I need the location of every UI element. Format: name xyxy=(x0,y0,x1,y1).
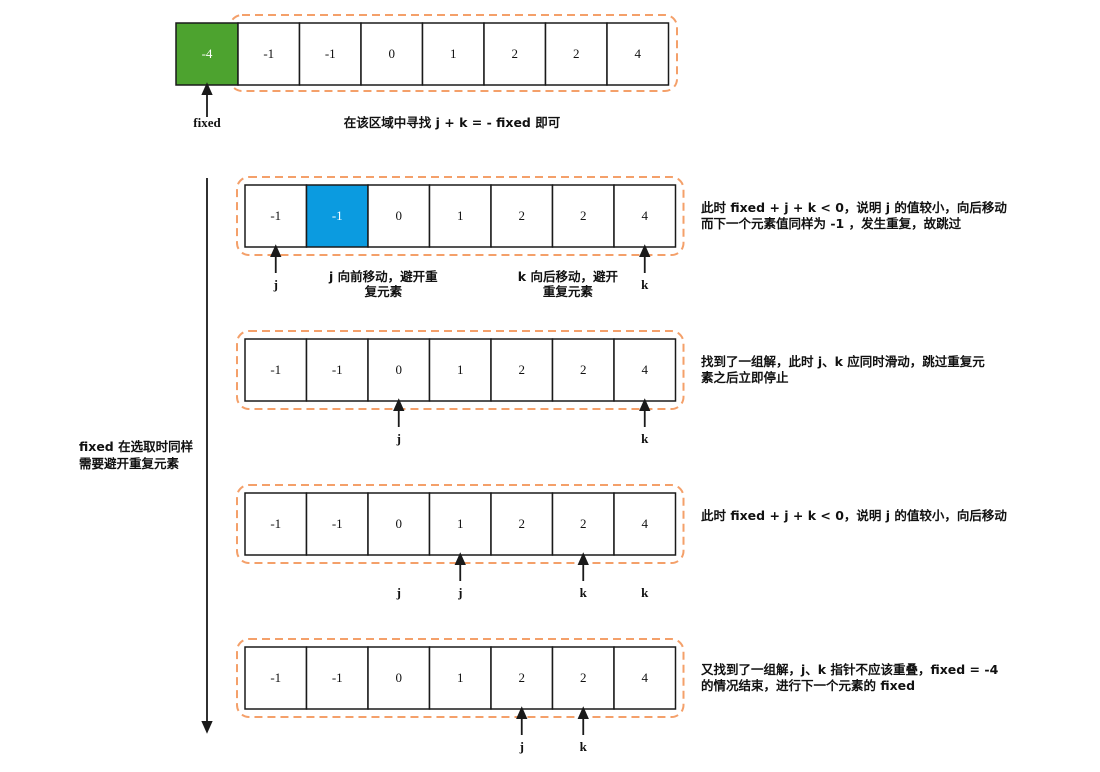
array-cell-value: -1 xyxy=(270,516,281,531)
pointer-label-j: j xyxy=(519,739,524,754)
step-note: 此时 fixed + j + k < 0，说明 j 的值较小，向后移动 xyxy=(701,508,1007,523)
array-cell-value: 2 xyxy=(573,46,580,61)
step-note: 又找到了一组解，j、k 指针不应该重叠，fixed = -4 xyxy=(700,662,999,677)
step-note: 此时 fixed + j + k < 0，说明 j 的值较小，向后移动 xyxy=(701,200,1007,215)
inline-note: 重复元素 xyxy=(543,284,594,299)
pointer-label-j: j xyxy=(457,585,462,600)
array-cell-value: 4 xyxy=(642,516,649,531)
array-cell-value: -1 xyxy=(263,46,274,61)
array-cell-value: 4 xyxy=(635,46,642,61)
array-cell-value: 2 xyxy=(519,670,526,685)
two-pointer-diagram: -4 -1 -1 0 1 2 2 4 fixed 在该区域中寻找 j + k = - fix… xyxy=(79,14,1007,754)
pointer-label-k: k xyxy=(641,431,649,446)
pointer-label-k: k xyxy=(580,585,588,600)
array-cell-value: 2 xyxy=(580,516,587,531)
array-cell-value: 2 xyxy=(519,362,526,377)
pointer-label-k: k xyxy=(641,585,649,600)
array-cell-value: 2 xyxy=(580,362,587,377)
pointer-label-k: k xyxy=(641,277,649,292)
array-cell-value: 0 xyxy=(396,208,403,223)
array-cell-value: 0 xyxy=(396,516,403,531)
array-cell-value: -1 xyxy=(332,208,343,223)
array-cell-value: 1 xyxy=(450,46,457,61)
array-cell-value: 1 xyxy=(457,516,464,531)
array-cell-value: 4 xyxy=(642,362,649,377)
array-cell-value: 0 xyxy=(389,46,396,61)
array-cell-value: -1 xyxy=(332,516,343,531)
array-cell-value: 4 xyxy=(642,208,649,223)
side-note-line-1: fixed 在选取时同样 xyxy=(79,439,194,454)
inline-note: k 向后移动，避开 xyxy=(518,269,619,284)
step-note: 素之后立即停止 xyxy=(701,370,789,385)
array-cell-value: -1 xyxy=(270,208,281,223)
array-cell-value: 1 xyxy=(457,670,464,685)
array-cell-value: 2 xyxy=(512,46,519,61)
inline-note: j 向前移动，避开重 xyxy=(328,269,438,284)
array-cell-value: 2 xyxy=(580,208,587,223)
fixed-cell-value: -4 xyxy=(202,46,213,61)
step-row-2: -1 -1 0 1 2 2 4 j k 找到了一组解，此时 j、k 应同时滑动，跳过重复元素之后立… xyxy=(236,330,985,446)
array-cell-value: 0 xyxy=(396,670,403,685)
array-cell-value: 2 xyxy=(519,516,526,531)
array-cell-value: -1 xyxy=(332,362,343,377)
array-cell-value: -1 xyxy=(332,670,343,685)
step-row-1: -1 -1 0 1 2 2 4 j k j 向前移动，避开重复元素 k 向后移动，避开重复元素 此时 … xyxy=(236,176,1007,299)
array-cell-value: 2 xyxy=(519,208,526,223)
step-note: 找到了一组解，此时 j、k 应同时滑动，跳过重复元 xyxy=(701,354,985,369)
pointer-label-j: j xyxy=(273,277,278,292)
top-cells: -1 -1 0 1 2 2 4 xyxy=(237,22,670,86)
pointer-label-k: k xyxy=(580,739,588,754)
pointer-label-j: j xyxy=(396,585,401,600)
inline-note: 复元素 xyxy=(364,284,403,299)
array-cell-value: 1 xyxy=(457,362,464,377)
step-note: 而下一个元素值同样为 -1 ，发生重复，故跳过 xyxy=(701,216,962,231)
array-cell-value: -1 xyxy=(325,46,336,61)
step-row-4: -1 -1 0 1 2 2 4 j k 又找到了一组解，j、k 指针不应该重叠，fixed = -… xyxy=(236,638,999,754)
flow: fixed 在选取时同样 需要避开重复元素 xyxy=(79,178,213,734)
step-row-3: -1 -1 0 1 2 2 4 j j k k 此时 fixed + j + k < 0，说明 j 的… xyxy=(236,484,1007,600)
top-caption: 在该区域中寻找 j + k = - fixed 即可 xyxy=(344,115,561,130)
array-cell-value: -1 xyxy=(270,670,281,685)
array-cell-value: -1 xyxy=(270,362,281,377)
fixed-label: fixed xyxy=(193,115,221,130)
array-cell-value: 1 xyxy=(457,208,464,223)
array-cell-value: 2 xyxy=(580,670,587,685)
array-cell-value: 0 xyxy=(396,362,403,377)
side-note-line-2: 需要避开重复元素 xyxy=(79,456,180,471)
pointer-label-j: j xyxy=(396,431,401,446)
array-cell-value: 4 xyxy=(642,670,649,685)
step-note: 的情况结束，进行下一个元素的 fixed xyxy=(701,678,915,693)
step-rows: -1 -1 0 1 2 2 4j kj 向前移动，避开重复元素k 向后移动，避开重复元素此时 … xyxy=(236,176,1007,754)
top-array: -4 -1 -1 0 1 2 2 4 fixed 在该区域中寻找 j + k = - fix… xyxy=(175,14,678,130)
